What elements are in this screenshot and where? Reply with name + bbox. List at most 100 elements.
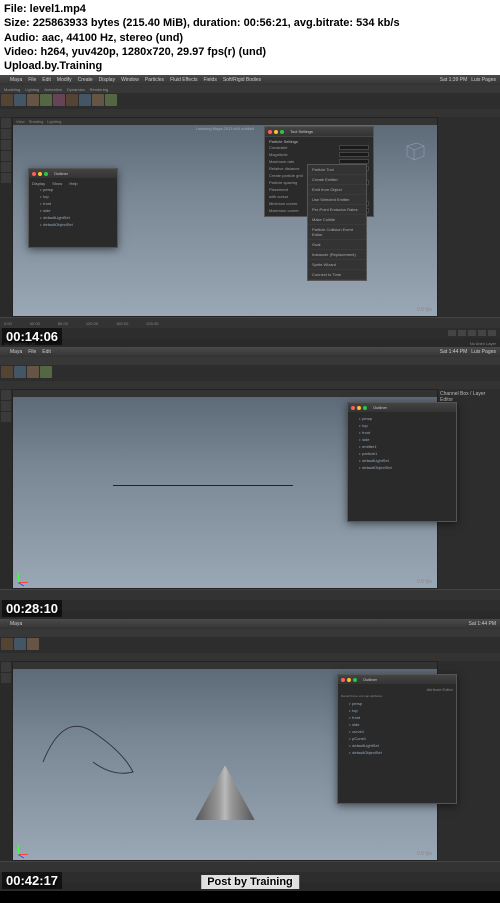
app-name-3[interactable]: Maya [10, 621, 22, 627]
out3-lightset[interactable]: defaultLightSet [341, 742, 453, 749]
shelf-icon-4[interactable] [40, 94, 52, 106]
scale-tool[interactable] [1, 151, 11, 161]
out3-persp[interactable]: persp [341, 700, 453, 707]
app-name[interactable]: Maya [10, 77, 22, 83]
shelf-icon-6[interactable] [66, 94, 78, 106]
outliner-menu-help[interactable]: Help [69, 181, 77, 186]
menu-display[interactable]: Display [99, 77, 115, 83]
tool-2[interactable] [1, 390, 11, 400]
ctx-sprite[interactable]: Sprite Wizard [308, 260, 366, 270]
min-icon-3[interactable] [347, 678, 351, 682]
outliner-objectset[interactable]: defaultObjectSet [32, 221, 114, 228]
ctx-emit-object[interactable]: Emit from Object [308, 185, 366, 195]
shelf-icon-3[interactable] [27, 94, 39, 106]
outliner-front[interactable]: front [32, 200, 114, 207]
shelf3-icon[interactable] [1, 638, 13, 650]
vp-lighting[interactable]: Lighting [47, 119, 61, 124]
attr-min-icon[interactable] [274, 130, 278, 134]
out3-front[interactable]: front [341, 714, 453, 721]
time-ruler[interactable]: 0.00 40.00 80.00 120.00 160.00 200.00 [0, 318, 500, 328]
out2-top[interactable]: top [351, 422, 453, 429]
out3-side[interactable]: side [341, 721, 453, 728]
out3-curve[interactable]: curve1 [341, 728, 453, 735]
outliner-persp[interactable]: persp [32, 186, 114, 193]
tab-lighting[interactable]: Lighting [25, 87, 39, 92]
forward-button[interactable] [488, 330, 496, 336]
outliner-window[interactable]: Outliner Display Show Help persp top fro… [28, 168, 118, 248]
tool-3[interactable] [1, 673, 11, 683]
tab-rendering[interactable]: Rendering [90, 87, 108, 92]
attr-close-icon[interactable] [268, 130, 272, 134]
outliner-menu-show[interactable]: Show [52, 181, 62, 186]
close-icon[interactable] [32, 172, 36, 176]
shelf3-icon[interactable] [27, 638, 39, 650]
shelf2-icon[interactable] [14, 366, 26, 378]
ctx-goal[interactable]: Goal [308, 240, 366, 250]
vp-shading[interactable]: Shading [29, 119, 44, 124]
shelf-icon-7[interactable] [79, 94, 91, 106]
viewport-persp[interactable]: View Shading Lighting Learning Maya 2013… [12, 117, 438, 317]
panel-titlebar[interactable]: Outliner [29, 169, 117, 178]
shelf-icon-8[interactable] [92, 94, 104, 106]
attr-max-icon[interactable] [280, 130, 284, 134]
outliner-side[interactable]: side [32, 207, 114, 214]
out3-objectset[interactable]: defaultObjectSet [341, 749, 453, 756]
out2-lightset[interactable]: defaultLightSet [351, 457, 453, 464]
menu-modify[interactable]: Modify [57, 77, 72, 83]
outliner-lightset[interactable]: defaultLightSet [32, 214, 114, 221]
ruler-2[interactable] [0, 590, 500, 600]
out2-objectset[interactable]: defaultObjectSet [351, 464, 453, 471]
shelf-icon-9[interactable] [105, 94, 117, 106]
channel-box[interactable] [438, 117, 500, 317]
menu-window[interactable]: Window [121, 77, 139, 83]
shelf2-icon[interactable] [1, 366, 13, 378]
menu-edit[interactable]: Edit [42, 77, 51, 83]
step-fwd-button[interactable] [478, 330, 486, 336]
out2-front[interactable]: front [351, 429, 453, 436]
outliner-window-2[interactable]: Outliner persp top front side emitter1 p… [347, 402, 457, 522]
ctx-instancer[interactable]: Instancer (Replacement) [308, 250, 366, 260]
tool-2[interactable] [1, 412, 11, 422]
outliner-menu-display[interactable]: Display [32, 181, 45, 186]
out3-top[interactable]: top [341, 707, 453, 714]
menu-bodies[interactable]: Soft/Rigid Bodies [223, 77, 261, 83]
vp-view[interactable]: View [16, 119, 25, 124]
ctx-time[interactable]: Connect to Time [308, 270, 366, 280]
tool-3[interactable] [1, 662, 11, 672]
constraint-field[interactable] [339, 145, 369, 150]
outliner3-titlebar[interactable]: Outliner [338, 675, 456, 684]
app-name-2[interactable]: Maya [10, 349, 22, 355]
particles-context-menu[interactable]: Particle Tool Create Emitter Emit from O… [307, 164, 367, 281]
ruler-3[interactable] [0, 862, 500, 872]
shelf2-icon[interactable] [40, 366, 52, 378]
attr-titlebar[interactable]: Tool Settings [265, 127, 373, 136]
ctx-use-emitter[interactable]: Use Selected Emitter [308, 195, 366, 205]
ctx-particle-tool[interactable]: Particle Tool [308, 165, 366, 175]
cone-mesh[interactable] [195, 765, 255, 820]
menu-create[interactable]: Create [78, 77, 93, 83]
shelf2-icon[interactable] [27, 366, 39, 378]
rotate-tool[interactable] [1, 140, 11, 150]
close-icon-2[interactable] [351, 406, 355, 410]
shelf-icon-1[interactable] [1, 94, 13, 106]
shelf3-icon[interactable] [14, 638, 26, 650]
viewport-2[interactable]: Outliner persp top front side emitter1 p… [12, 389, 438, 589]
out2-particle[interactable]: particle1 [351, 450, 453, 457]
viewport-3[interactable]: Outliner Attribute Editor Ramp/Curve uni… [12, 661, 438, 861]
tab-animation[interactable]: Animation [44, 87, 62, 92]
menu-fluids[interactable]: Fluid Effects [170, 77, 197, 83]
outliner2-titlebar[interactable]: Outliner [348, 403, 456, 412]
step-back-button[interactable] [458, 330, 466, 336]
menu-edit-2[interactable]: Edit [42, 349, 51, 355]
shelf-icon-5[interactable] [53, 94, 65, 106]
outliner-top[interactable]: top [32, 193, 114, 200]
menu-particles[interactable]: Particles [145, 77, 164, 83]
menu-file[interactable]: File [28, 77, 36, 83]
max-icon-3[interactable] [353, 678, 357, 682]
menu-fields[interactable]: Fields [203, 77, 216, 83]
max-icon-2[interactable] [363, 406, 367, 410]
ctx-perpoint[interactable]: Per-Point Emission Rates [308, 205, 366, 215]
out2-persp[interactable]: persp [351, 415, 453, 422]
ctx-create-emitter[interactable]: Create Emitter [308, 175, 366, 185]
lasso-tool[interactable] [1, 162, 11, 172]
